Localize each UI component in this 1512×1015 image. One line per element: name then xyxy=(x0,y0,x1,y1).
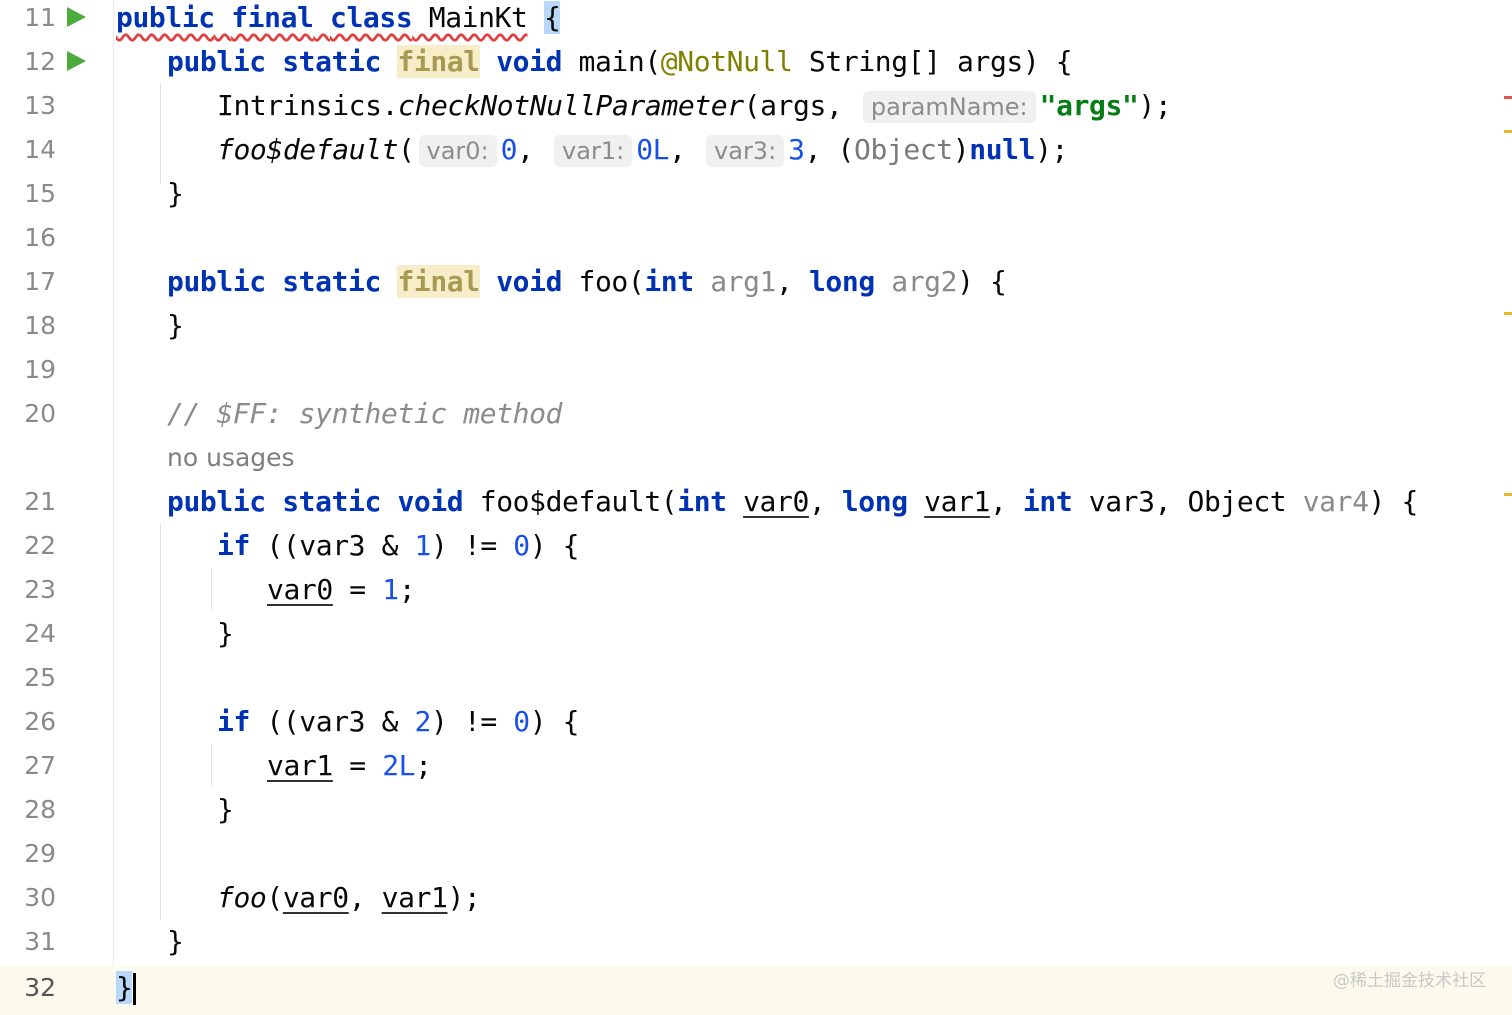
line-number: 26 xyxy=(24,707,56,736)
code-line: 13 Intrinsics.checkNotNullParameter(args… xyxy=(0,88,1512,132)
code-line: 24 } xyxy=(0,616,1512,660)
line-number: 31 xyxy=(24,927,56,956)
inlay-hint: var3: xyxy=(706,135,785,167)
code-text[interactable]: } xyxy=(217,616,234,660)
code-text[interactable]: foo(var0, var1); xyxy=(217,880,481,924)
code-line: 19 xyxy=(0,352,1512,396)
run-icon[interactable] xyxy=(67,7,86,27)
line-number: 20 xyxy=(24,399,56,428)
line-number: 14 xyxy=(24,135,56,164)
code-text[interactable]: var1 = 2L; xyxy=(267,748,432,792)
code-text[interactable]: } xyxy=(217,792,234,836)
code-text[interactable]: } xyxy=(116,970,137,1014)
text-caret xyxy=(133,973,137,1005)
line-number: 32 xyxy=(24,973,56,1002)
warning-marker[interactable] xyxy=(1504,312,1512,315)
code-text[interactable]: foo$default(var0: 0, var1: 0L, var3: 3, (Ob… xyxy=(217,132,1068,176)
warning-marker[interactable] xyxy=(1504,130,1512,133)
line-number: 28 xyxy=(24,795,56,824)
code-line: 27 var1 = 2L; xyxy=(0,748,1512,792)
code-text[interactable]: } xyxy=(167,924,184,968)
code-text[interactable]: if ((var3 & 2) != 0) { xyxy=(217,704,580,748)
line-number: 11 xyxy=(24,3,56,32)
code-text[interactable]: if ((var3 & 1) != 0) { xyxy=(217,528,580,572)
line-number: 15 xyxy=(24,179,56,208)
code-line: 14 foo$default(var0: 0, var1: 0L, var3: 3, … xyxy=(0,132,1512,176)
code-line: 28 } xyxy=(0,792,1512,836)
code-line: 17 public static final void foo(int arg1… xyxy=(0,264,1512,308)
line-number: 29 xyxy=(24,839,56,868)
code-line: 12 public static final void main(@NotNul… xyxy=(0,44,1512,88)
watermark: @稀土掘金技术社区 xyxy=(1333,971,1486,991)
code-text[interactable]: var0 = 1; xyxy=(267,572,416,616)
run-icon[interactable] xyxy=(67,51,86,71)
code-line: 26 if ((var3 & 2) != 0) { xyxy=(0,704,1512,748)
inlay-hint: paramName: xyxy=(862,91,1036,123)
line-number: 19 xyxy=(24,355,56,384)
line-number: 21 xyxy=(24,487,56,516)
line-number: 18 xyxy=(24,311,56,340)
line-number: 30 xyxy=(24,883,56,912)
line-number: 22 xyxy=(24,531,56,560)
inlay-hint: var1: xyxy=(554,135,633,167)
code-line: 16 xyxy=(0,220,1512,264)
code-line: 11 public final class MainKt { xyxy=(0,0,1512,44)
code-line: 22 if ((var3 & 1) != 0) { xyxy=(0,528,1512,572)
usages-hint[interactable]: no usages xyxy=(167,440,295,476)
line-number: 12 xyxy=(24,47,56,76)
line-number: 17 xyxy=(24,267,56,296)
code-line: 23 var0 = 1; xyxy=(0,572,1512,616)
code-line: 15 } xyxy=(0,176,1512,220)
line-number: 27 xyxy=(24,751,56,780)
code-comment[interactable]: // $FF: synthetic method xyxy=(167,396,562,440)
line-number: 23 xyxy=(24,575,56,604)
code-line: 31 } xyxy=(0,924,1512,968)
code-text[interactable]: public final class MainKt { xyxy=(116,0,561,44)
line-number: 16 xyxy=(24,223,56,252)
inlay-hint: var0: xyxy=(418,135,497,167)
warning-marker[interactable] xyxy=(1504,493,1512,496)
line-number: 25 xyxy=(24,663,56,692)
code-text[interactable]: public static final void main(@NotNull S… xyxy=(167,44,1073,88)
code-line: 20 // $FF: synthetic method xyxy=(0,396,1512,440)
current-code-line: 32 } xyxy=(0,966,1512,1015)
code-text[interactable]: } xyxy=(167,308,184,352)
code-line: 30 foo(var0, var1); xyxy=(0,880,1512,924)
code-text[interactable]: Intrinsics.checkNotNullParameter(args, p… xyxy=(217,88,1172,132)
code-text[interactable]: public static void foo$default(int var0,… xyxy=(167,484,1418,528)
error-marker[interactable] xyxy=(1504,96,1512,99)
code-text[interactable]: } xyxy=(167,176,184,220)
code-text[interactable]: public static final void foo(int arg1, l… xyxy=(167,264,1007,308)
code-line: 21 public static void foo$default(int va… xyxy=(0,484,1512,528)
line-number: 24 xyxy=(24,619,56,648)
line-number: 13 xyxy=(24,91,56,120)
code-line: 29 xyxy=(0,836,1512,880)
code-line: 25 xyxy=(0,660,1512,704)
code-line: 18 } xyxy=(0,308,1512,352)
